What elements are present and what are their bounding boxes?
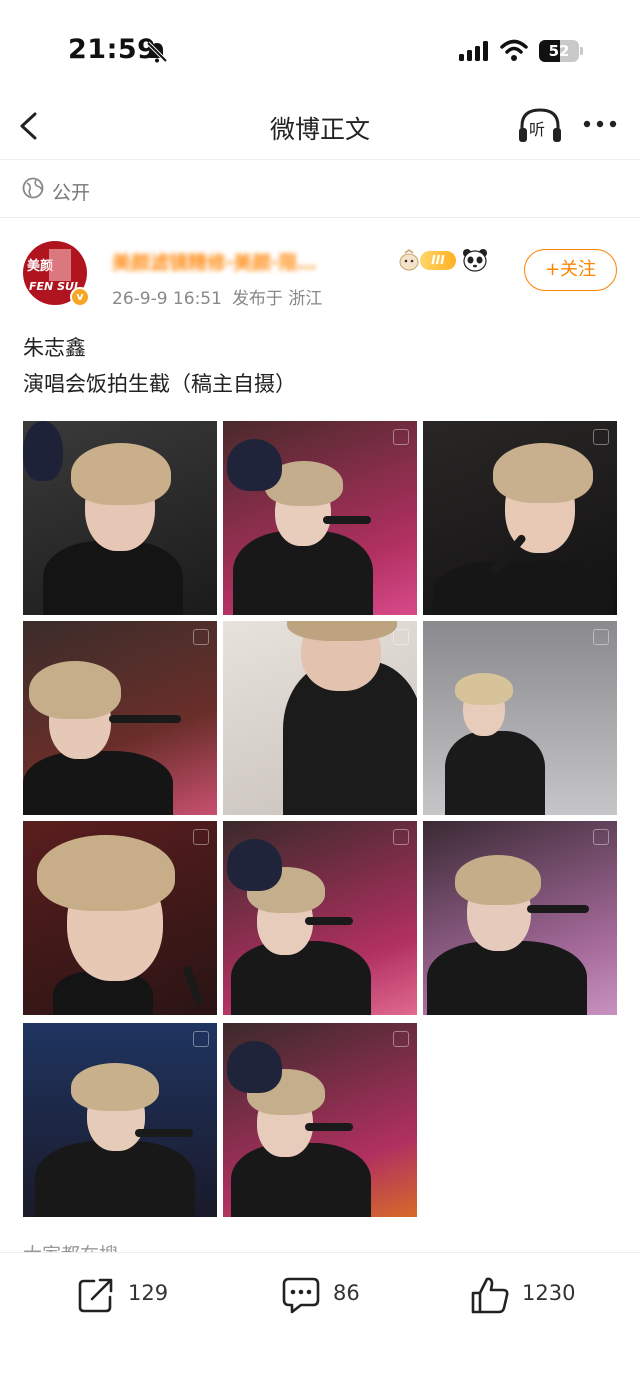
comment-icon bbox=[282, 1277, 320, 1314]
photo-thumbnail[interactable] bbox=[423, 621, 617, 815]
fan-badge-icon bbox=[399, 249, 419, 271]
visibility-row: 公开 bbox=[0, 161, 640, 218]
visibility-label: 公开 bbox=[52, 182, 91, 204]
verified-badge-icon: v bbox=[70, 287, 90, 307]
post-location: 发布于 浙江 bbox=[231, 289, 323, 309]
repost-button[interactable]: 129 bbox=[76, 1273, 176, 1317]
username[interactable]: 美颜滤镜精修·美颜·限… bbox=[112, 248, 397, 274]
photo-thumbnail[interactable] bbox=[423, 421, 617, 615]
trending-label: 大家都在搜 bbox=[23, 1238, 118, 1252]
follow-button[interactable]: +关注 bbox=[524, 249, 617, 291]
bell-muted-icon bbox=[146, 41, 168, 63]
share-icon bbox=[78, 1278, 113, 1313]
comment-count: 86 bbox=[333, 1281, 360, 1305]
photo-thumbnail[interactable] bbox=[223, 621, 417, 815]
photo-thumbnail[interactable] bbox=[223, 821, 417, 1015]
nav-bar: 微博正文 听 bbox=[0, 100, 640, 160]
like-count: 1230 bbox=[522, 1281, 576, 1305]
post-text-line-1: 朱志鑫 bbox=[23, 336, 86, 360]
photo-thumbnail[interactable] bbox=[23, 421, 217, 615]
comment-button[interactable]: 86 bbox=[281, 1273, 381, 1317]
post-text: 朱志鑫 演唱会饭拍生截（稿主自摄） bbox=[23, 330, 296, 402]
post-timestamp: 26-9-9 16:51 bbox=[112, 289, 222, 309]
post-meta: 26-9-9 16:51 发布于 浙江 bbox=[112, 284, 322, 309]
photo-thumbnail[interactable] bbox=[423, 821, 617, 1015]
bottom-action-bar: 129 86 1230 bbox=[0, 1252, 640, 1392]
status-bar: 21:59 52 bbox=[0, 0, 640, 100]
cellular-signal-icon bbox=[459, 41, 488, 61]
panda-icon bbox=[463, 249, 487, 272]
photo-thumbnail[interactable] bbox=[23, 821, 217, 1015]
like-button[interactable]: 1230 bbox=[470, 1273, 590, 1317]
status-time: 21:59 bbox=[68, 34, 157, 65]
battery-label: 52 bbox=[548, 42, 570, 60]
photo-thumbnail[interactable] bbox=[23, 1023, 217, 1217]
wifi-icon bbox=[500, 39, 528, 61]
battery-indicator: 52 bbox=[539, 40, 583, 62]
photo-thumbnail[interactable] bbox=[223, 421, 417, 615]
level-badge: III bbox=[420, 251, 456, 270]
post-text-line-2: 演唱会饭拍生截（稿主自摄） bbox=[23, 372, 296, 396]
photo-thumbnail[interactable] bbox=[223, 1023, 417, 1217]
globe-icon bbox=[22, 177, 44, 199]
repost-count: 129 bbox=[128, 1281, 169, 1305]
listen-button[interactable]: 听 bbox=[517, 104, 563, 144]
listen-label: 听 bbox=[529, 120, 546, 139]
avatar-blur-mask bbox=[49, 249, 71, 281]
thumbs-up-icon bbox=[471, 1277, 509, 1314]
photo-thumbnail[interactable] bbox=[23, 621, 217, 815]
more-options-icon[interactable] bbox=[582, 114, 618, 134]
